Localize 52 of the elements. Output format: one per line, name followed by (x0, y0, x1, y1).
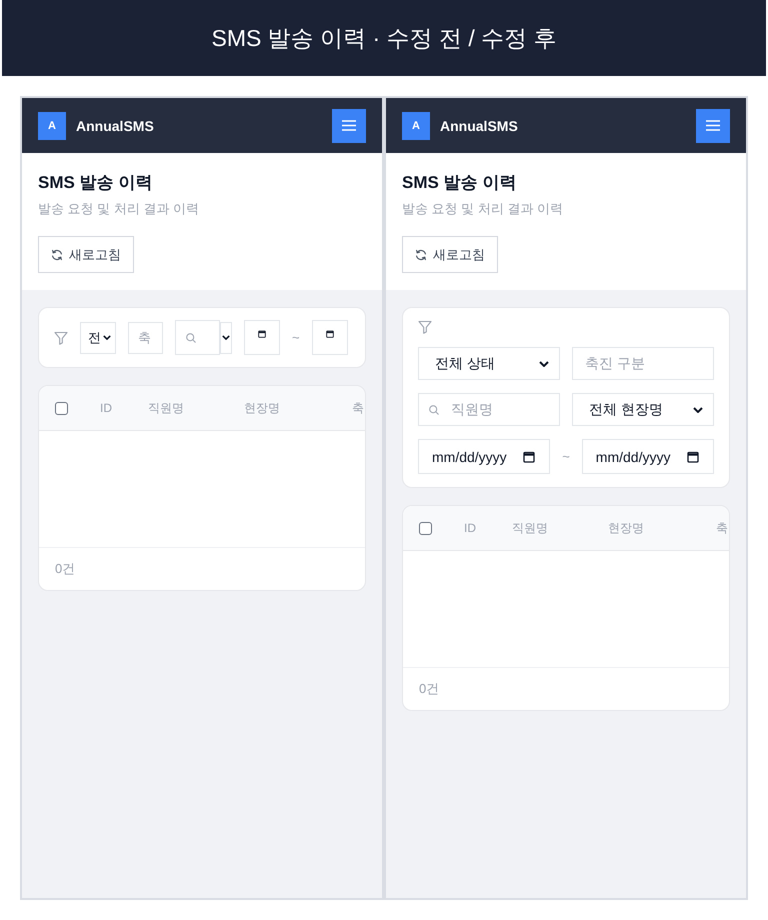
menu-button[interactable] (696, 108, 730, 142)
app-name: AnnualSMS (76, 118, 154, 134)
app-logo: A (402, 112, 430, 140)
page-title: SMS 발송 이력 (402, 172, 518, 194)
app-name: AnnualSMS (440, 118, 518, 134)
checkbox[interactable] (55, 402, 68, 414)
calendar-icon (326, 330, 334, 338)
menu-button[interactable] (332, 108, 366, 142)
range-separator: ~ (292, 330, 300, 345)
menu-icon (706, 120, 720, 131)
column-header: ID (100, 400, 112, 416)
date-field[interactable] (312, 320, 348, 355)
calendar-icon (258, 330, 266, 338)
filter-icon (54, 330, 68, 344)
calendar-icon (523, 450, 536, 462)
date-field[interactable] (244, 320, 280, 355)
select-field[interactable]: 전 (80, 322, 116, 354)
column-header: 축 (352, 400, 364, 416)
chevron-icon (539, 360, 549, 366)
search-icon (186, 332, 196, 342)
select-field[interactable]: 전체 상태 (418, 347, 560, 380)
refresh-button[interactable]: 새로고침 (38, 236, 134, 273)
refresh-button[interactable]: 새로고침 (402, 236, 498, 273)
column-header: 직원명 (512, 520, 548, 536)
select-field[interactable]: 전체 현장명 (572, 393, 714, 426)
result-count: 0건 (419, 680, 440, 698)
range-separator: ~ (562, 449, 570, 464)
page-subtitle: 발송 요청 및 처리 결과 이력 (402, 200, 564, 218)
chevron-icon (103, 335, 111, 340)
result-count: 0건 (55, 560, 76, 578)
date-field[interactable]: mm/dd/yyyy (582, 439, 714, 474)
column-header: ID (464, 520, 476, 536)
filter-icon (418, 320, 432, 334)
page-subtitle: 발송 요청 및 처리 결과 이력 (38, 200, 200, 218)
chevron-icon (693, 406, 703, 412)
column-header: 현장명 (244, 400, 280, 416)
app-logo: A (38, 112, 66, 140)
select-field[interactable] (220, 322, 232, 354)
date-field[interactable]: mm/dd/yyyy (418, 439, 550, 474)
banner-title: SMS 발송 이력 · 수정 전 / 수정 후 (211, 24, 556, 53)
search-icon (429, 404, 439, 414)
column-header: 축 (716, 520, 728, 536)
page-title: SMS 발송 이력 (38, 172, 154, 194)
refresh-icon (51, 248, 63, 260)
checkbox[interactable] (419, 522, 432, 534)
column-header: 현장명 (608, 520, 644, 536)
column-header: 직원명 (148, 400, 184, 416)
refresh-icon (415, 248, 427, 260)
menu-icon (342, 120, 356, 131)
chevron-icon (222, 335, 230, 340)
calendar-icon (687, 450, 699, 462)
search-field[interactable] (175, 320, 220, 355)
